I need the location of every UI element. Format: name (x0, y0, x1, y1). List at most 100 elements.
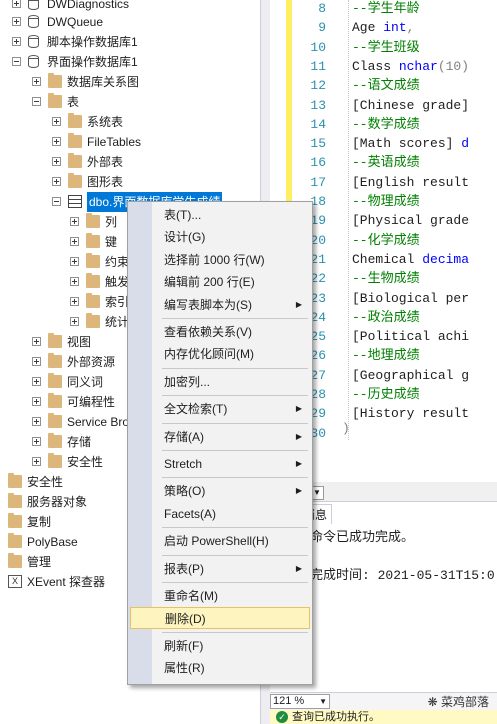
expand-icon[interactable] (70, 237, 79, 246)
tree-node-label: 可编程性 (67, 395, 116, 409)
folder-icon (86, 253, 100, 268)
expand-icon[interactable] (70, 277, 79, 286)
submenu-arrow-icon: ▶ (295, 486, 302, 496)
tree-node-label: 服务器对象 (27, 495, 88, 509)
code-token: Age (352, 20, 384, 36)
menu-item[interactable]: 加密列... (130, 371, 310, 393)
tree-node[interactable]: 系统表 (0, 112, 260, 132)
collapse-icon[interactable] (12, 57, 21, 66)
expand-icon[interactable] (32, 397, 41, 406)
menu-item[interactable]: 重命名(M) (130, 585, 310, 607)
folder-icon (48, 333, 62, 348)
line-number: 14 (310, 116, 326, 132)
code-line: --学生班级 (352, 38, 420, 57)
menu-item[interactable]: 报表(P) ▶ (130, 558, 310, 580)
code-token: --语文成绩 (352, 78, 420, 94)
folder-icon (86, 313, 100, 328)
tree-node-label: DWQueue (47, 15, 104, 29)
menu-item[interactable]: 查看依赖关系(V) (130, 321, 310, 343)
tree-node[interactable]: 外部表 (0, 152, 260, 172)
expand-icon[interactable] (52, 137, 61, 146)
menu-item[interactable]: 删除(D) (130, 607, 310, 630)
database-icon (28, 0, 39, 10)
menu-item[interactable]: 编写表脚本为(S) ▶ (130, 294, 310, 316)
menu-item-label: 查看依赖关系(V) (164, 325, 252, 339)
tree-node[interactable]: 界面操作数据库1 (0, 52, 260, 72)
expand-icon[interactable] (12, 17, 21, 26)
menu-item[interactable]: 设计(G) (130, 226, 310, 248)
collapse-icon[interactable] (52, 197, 61, 206)
code-token: --物理成绩 (352, 194, 420, 209)
tree-node[interactable]: 表 (0, 92, 260, 112)
expand-icon[interactable] (32, 457, 41, 466)
expand-icon[interactable] (70, 257, 79, 266)
collapse-icon[interactable] (32, 97, 41, 106)
code-line: --数学成绩 (352, 115, 420, 134)
code-line: --生物成绩 (352, 269, 420, 288)
menu-item[interactable]: 内存优化顾问(M) (130, 343, 310, 365)
folder-icon (68, 153, 82, 168)
folder-icon (68, 173, 82, 188)
closing-paren: ) (342, 421, 350, 436)
zoom-select[interactable]: 121 % ▼ (270, 694, 330, 709)
database-icon (28, 35, 39, 48)
table-icon (68, 195, 82, 208)
tree-node-label: 索引 (105, 295, 130, 309)
menu-item[interactable]: 策略(O) ▶ (130, 480, 310, 502)
code-token: d (461, 136, 470, 152)
tree-node[interactable]: 图形表 (0, 172, 260, 192)
menu-item-label: 编写表脚本为(S) (164, 297, 252, 312)
menu-item[interactable]: Facets(A) (130, 503, 310, 525)
tree-node-label: 表 (67, 95, 80, 109)
folder-icon (48, 433, 62, 448)
menu-item-label: 重命名(M) (164, 589, 218, 603)
expand-icon[interactable] (70, 317, 79, 326)
menu-item[interactable]: 刷新(F) (130, 635, 310, 657)
folder-icon (48, 93, 62, 108)
code-token: [Biological per (352, 290, 470, 306)
expand-icon[interactable] (12, 37, 21, 46)
menu-item[interactable]: 启动 PowerShell(H) (130, 530, 310, 552)
menu-item[interactable]: 选择前 1000 行(W) (130, 249, 310, 271)
menu-item-label: 启动 PowerShell(H) (164, 534, 269, 549)
tree-node[interactable]: FileTables (0, 132, 260, 152)
expand-icon[interactable] (52, 157, 61, 166)
menu-item[interactable]: Stretch ▶ (130, 453, 310, 475)
folder-icon (48, 73, 62, 88)
code-token: int (383, 20, 407, 36)
expand-icon[interactable] (32, 337, 41, 346)
expand-icon[interactable] (70, 297, 79, 306)
expand-icon[interactable] (32, 377, 41, 386)
code-line: [English result (352, 173, 469, 192)
database-icon (28, 15, 39, 28)
tree-node-label: 管理 (27, 555, 52, 569)
menu-item[interactable]: 属性(R) (130, 657, 310, 679)
tree-node-label: 复制 (27, 515, 52, 529)
code-line: --化学成绩 (352, 231, 420, 250)
tree-node[interactable]: 脚本操作数据库1 (0, 32, 260, 52)
tree-node-label: 外部资源 (67, 355, 116, 369)
watermark-logo-icon: ❋ (427, 695, 441, 709)
menu-item[interactable]: 全文检索(T) ▶ (130, 398, 310, 420)
expand-icon[interactable] (32, 357, 41, 366)
expand-icon[interactable] (32, 77, 41, 86)
menu-item[interactable]: 存储(A) ▶ (130, 426, 310, 448)
tree-node[interactable]: DWQueue (0, 12, 260, 32)
expand-icon[interactable] (32, 437, 41, 446)
code-token: , (406, 20, 415, 36)
expand-icon[interactable] (52, 117, 61, 126)
context-menu: 表(T)... 设计(G) 选择前 1000 行(W) 编辑前 200 行(E) 编写表… (127, 201, 313, 685)
expand-icon[interactable] (32, 417, 41, 426)
expand-icon[interactable] (12, 0, 21, 8)
menu-item[interactable]: 表(T)... (130, 204, 310, 226)
expand-icon[interactable] (70, 217, 79, 226)
success-icon: ✓ (276, 711, 288, 723)
menu-separator (162, 450, 308, 451)
folder-icon (48, 413, 62, 428)
expand-icon[interactable] (52, 177, 61, 186)
menu-item[interactable]: 编辑前 200 行(E) (130, 271, 310, 293)
tree-node[interactable]: 数据库关系图 (0, 72, 260, 92)
watermark: ❋ 菜鸡部落 (428, 693, 489, 710)
code-line: Chemical decima (352, 250, 469, 269)
line-number: 9 (318, 20, 326, 36)
